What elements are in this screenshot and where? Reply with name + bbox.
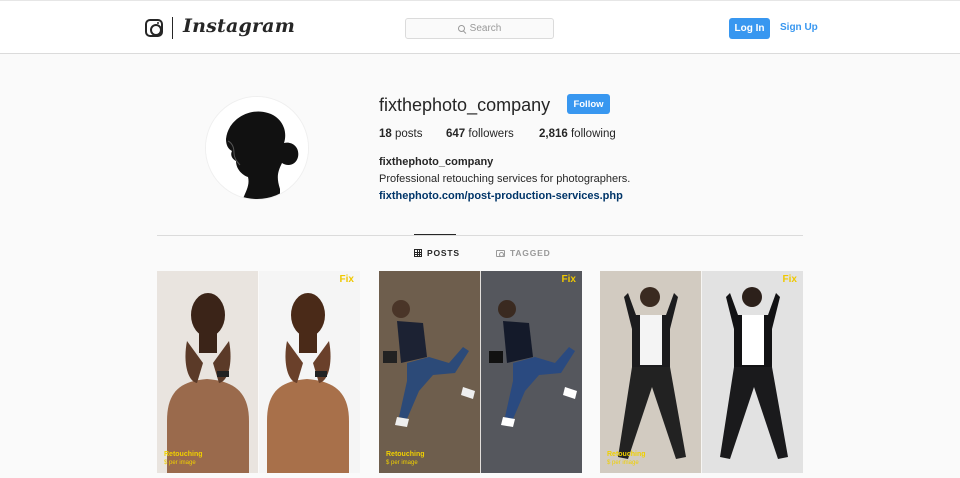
- followers-stat[interactable]: 647 followers: [446, 128, 514, 140]
- post-after-image: [259, 271, 360, 473]
- post-thumbnail[interactable]: Fix Retouching $ per image: [600, 271, 803, 473]
- fix-watermark-logo: Fix: [782, 274, 797, 285]
- post-caption-subtitle: $ per image: [164, 460, 196, 466]
- post-caption-subtitle: $ per image: [386, 460, 418, 466]
- post-caption: Retouching $ per image: [386, 451, 425, 467]
- grid-icon: [414, 249, 422, 257]
- signup-link[interactable]: Sign Up: [780, 22, 818, 33]
- posts-count: 18: [379, 128, 392, 140]
- posts-label: posts: [395, 128, 423, 140]
- logo-divider: [172, 17, 173, 39]
- active-tab-indicator: [414, 234, 456, 235]
- avatar-silhouette-icon: [206, 97, 308, 199]
- search-input[interactable]: Search: [405, 18, 554, 39]
- post-caption: Retouching $ per image: [164, 451, 203, 467]
- following-count: 2,816: [539, 128, 568, 140]
- profile-bio: Professional retouching services for pho…: [379, 173, 631, 185]
- tabs-divider: [157, 235, 803, 236]
- post-thumbnail[interactable]: Fix Retouching $ per image: [379, 271, 582, 473]
- following-stat[interactable]: 2,816 following: [539, 128, 616, 140]
- post-before-image: [157, 271, 259, 473]
- profile-username: fixthephoto_company: [379, 95, 551, 115]
- post-caption-title: Retouching: [386, 451, 425, 458]
- tab-posts[interactable]: POSTS: [414, 248, 460, 258]
- post-thumbnail[interactable]: Fix Retouching $ per image: [157, 271, 360, 473]
- post-after-image: [481, 271, 582, 473]
- post-before-image: [600, 271, 702, 473]
- post-after-image: [702, 271, 803, 473]
- post-caption-title: Retouching: [164, 451, 203, 458]
- post-caption: Retouching $ per image: [607, 451, 646, 467]
- instagram-camera-icon[interactable]: [145, 19, 163, 37]
- followers-count: 647: [446, 128, 466, 140]
- search-icon: [457, 25, 465, 32]
- profile-full-name: fixthephoto_company: [379, 156, 494, 168]
- follow-button[interactable]: Follow: [567, 94, 610, 114]
- profile-avatar[interactable]: [205, 96, 309, 200]
- top-navigation-bar: Instagram Search Log In Sign Up: [0, 0, 960, 54]
- instagram-wordmark[interactable]: Instagram: [183, 15, 295, 37]
- tab-tagged-label: TAGGED: [510, 248, 551, 258]
- search-placeholder: Search: [469, 23, 502, 34]
- tab-tagged[interactable]: TAGGED: [496, 248, 551, 258]
- profile-website-link[interactable]: fixthephoto.com/post-production-services…: [379, 190, 623, 202]
- followers-label: followers: [468, 128, 514, 140]
- following-label: following: [570, 128, 616, 140]
- post-caption-subtitle: $ per image: [607, 460, 639, 466]
- fix-watermark-logo: Fix: [339, 274, 354, 285]
- post-caption-title: Retouching: [607, 451, 646, 458]
- tag-icon: [496, 249, 505, 257]
- post-before-image: [379, 271, 481, 473]
- posts-stat: 18 posts: [379, 128, 423, 140]
- fix-watermark-logo: Fix: [561, 274, 576, 285]
- login-button[interactable]: Log In: [729, 18, 770, 39]
- tab-posts-label: POSTS: [427, 248, 460, 258]
